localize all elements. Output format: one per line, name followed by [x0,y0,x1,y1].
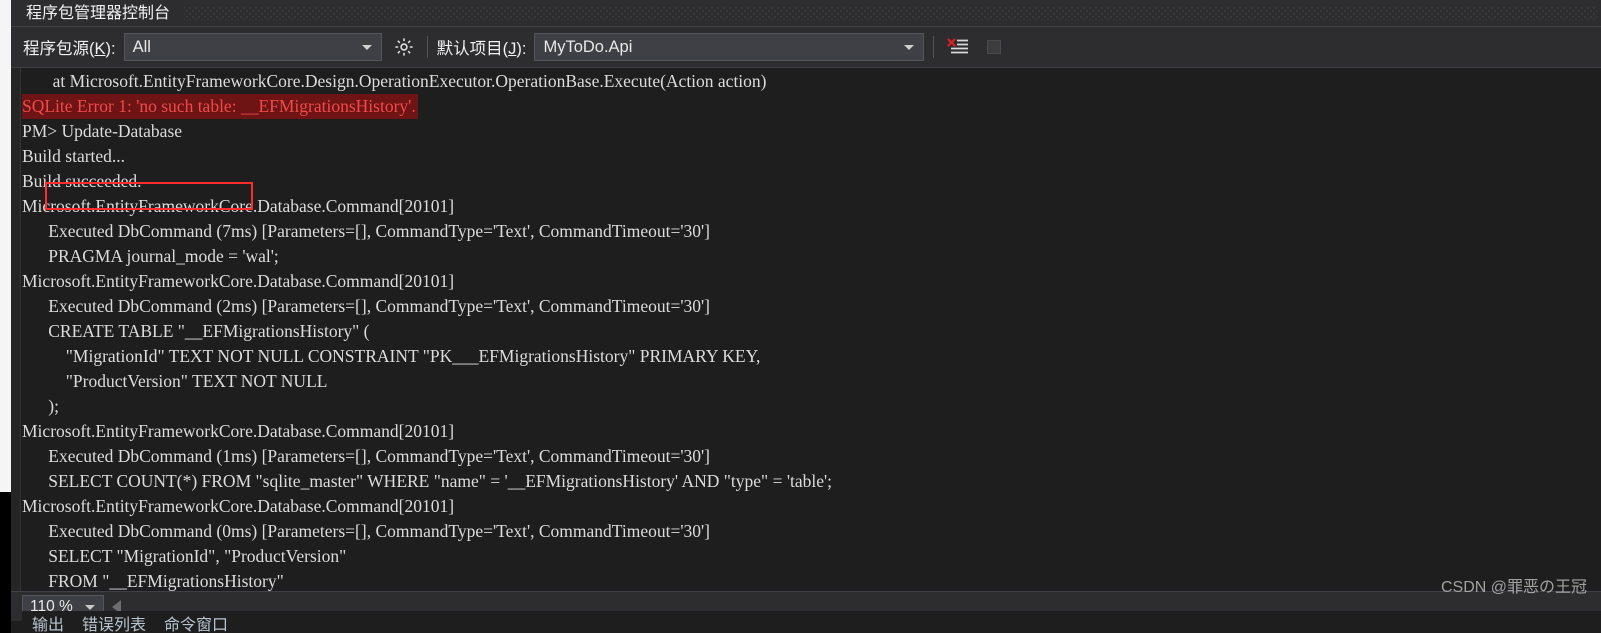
outer-scrollbar-track[interactable] [0,492,11,633]
console-panel: 程序包管理器控制台 程序包源(K): All 默认项目(J): MyToDo.A… [11,0,1601,633]
console-output-area[interactable]: at Microsoft.EntityFrameworkCore.Design.… [11,68,1601,591]
stop-square-icon [987,40,1002,54]
console-line: Executed DbCommand (7ms) [Parameters=[],… [22,219,1601,244]
clear-console-icon [947,38,969,54]
default-project-label-pre: 默认项目( [436,40,509,58]
toolbar: 程序包源(K): All 默认项目(J): MyToDo.Api [11,27,1601,68]
console-line-text: "MigrationId" TEXT NOT NULL CONSTRAINT "… [22,346,761,366]
gear-icon [394,38,413,56]
console-line: SELECT "MigrationId", "ProductVersion" [22,544,1601,569]
console-line-text: Microsoft.EntityFrameworkCore.Database.C… [22,196,455,216]
console-line-text: Executed DbCommand (1ms) [Parameters=[],… [22,446,710,466]
default-project-label-post: ): [516,40,527,58]
console-line: Build succeeded. [22,169,1601,194]
console-line-text: Microsoft.EntityFrameworkCore.Database.C… [22,496,455,516]
console-line-text: FROM "__EFMigrationsHistory" [22,571,284,591]
tab-output[interactable]: 输出 [32,611,64,633]
console-error-line: SQLite Error 1: 'no such table: __EFMigr… [22,94,418,119]
console-line: Executed DbCommand (1ms) [Parameters=[],… [22,444,1601,469]
console-line: ); [22,394,1601,419]
console-line-text: "ProductVersion" TEXT NOT NULL [22,371,328,391]
console-line: Build started... [22,144,1601,169]
package-source-value: All [132,37,151,56]
chevron-down-icon [904,45,915,50]
console-line: PM> Update-Database [22,119,1601,144]
console-line-text: CREATE TABLE "__EFMigrationsHistory" ( [22,321,370,341]
toolbar-grip-dots[interactable] [184,6,1597,20]
default-project-label: 默认项目(J): [437,35,527,59]
outer-scrollbar-thumb[interactable] [0,0,11,492]
console-line: at Microsoft.EntityFrameworkCore.Design.… [22,69,1601,94]
console-line-text: Executed DbCommand (2ms) [Parameters=[],… [22,296,710,316]
console-line: Microsoft.EntityFrameworkCore.Database.C… [22,269,1601,294]
chevron-down-icon [361,45,372,50]
console-text[interactable]: at Microsoft.EntityFrameworkCore.Design.… [22,68,1601,591]
console-line: SQLite Error 1: 'no such table: __EFMigr… [22,94,1601,119]
console-left-rail [11,68,21,591]
console-line: FROM "__EFMigrationsHistory" [22,569,1601,591]
clear-console-button[interactable] [943,34,973,60]
toolbar-separator-2 [933,36,935,58]
tab-error-list[interactable]: 错误列表 [82,611,146,633]
console-line: Executed DbCommand (0ms) [Parameters=[],… [22,519,1601,544]
console-line-text: SELECT COUNT(*) FROM "sqlite_master" WHE… [22,471,832,491]
console-line: SELECT COUNT(*) FROM "sqlite_master" WHE… [22,469,1601,494]
package-source-label-accesskey: K [94,40,106,58]
toolbar-separator-1 [426,36,428,58]
package-source-label-post: ): [105,40,116,58]
console-line: "ProductVersion" TEXT NOT NULL [22,369,1601,394]
package-source-label: 程序包源(K): [23,35,116,59]
default-project-dropdown[interactable]: MyToDo.Api [534,33,925,61]
tab-command-window[interactable]: 命令窗口 [164,611,228,633]
console-line: "MigrationId" TEXT NOT NULL CONSTRAINT "… [22,344,1601,369]
console-line: Microsoft.EntityFrameworkCore.Database.C… [22,419,1601,444]
console-line: Microsoft.EntityFrameworkCore.Database.C… [22,494,1601,519]
console-line-text: ); [22,396,59,416]
window-title: 程序包管理器控制台 [26,4,171,22]
console-line-text: Microsoft.EntityFrameworkCore.Database.C… [22,421,455,441]
console-line-text: Executed DbCommand (0ms) [Parameters=[],… [22,521,710,541]
console-line-text: PM> Update-Database [22,121,183,141]
package-source-label-pre: 程序包源( [23,40,95,58]
title-bar: 程序包管理器控制台 [11,0,1601,27]
console-line-text: Microsoft.EntityFrameworkCore.Database.C… [22,271,455,291]
package-source-dropdown[interactable]: All [123,33,382,61]
console-line-text: Executed DbCommand (7ms) [Parameters=[],… [22,221,710,241]
default-project-value: MyToDo.Api [543,37,633,56]
console-line: CREATE TABLE "__EFMigrationsHistory" ( [22,319,1601,344]
bottom-tab-strip: 输出 错误列表 命令窗口 [22,611,1601,633]
chevron-down-icon [85,604,95,610]
console-line: Executed DbCommand (2ms) [Parameters=[],… [22,294,1601,319]
package-manager-console-window: 程序包管理器控制台 程序包源(K): All 默认项目(J): MyToDo.A… [0,0,1601,633]
package-source-settings-button[interactable] [390,33,418,61]
console-line: Microsoft.EntityFrameworkCore.Database.C… [22,194,1601,219]
console-line-text: at Microsoft.EntityFrameworkCore.Design.… [22,71,767,91]
console-line-text: SELECT "MigrationId", "ProductVersion" [22,546,347,566]
console-line: PRAGMA journal_mode = 'wal'; [22,244,1601,269]
console-line-text: Build started... [22,146,126,166]
console-line-text: Build succeeded. [22,171,142,191]
stop-button[interactable] [981,34,1007,60]
console-line-text: PRAGMA journal_mode = 'wal'; [22,246,279,266]
